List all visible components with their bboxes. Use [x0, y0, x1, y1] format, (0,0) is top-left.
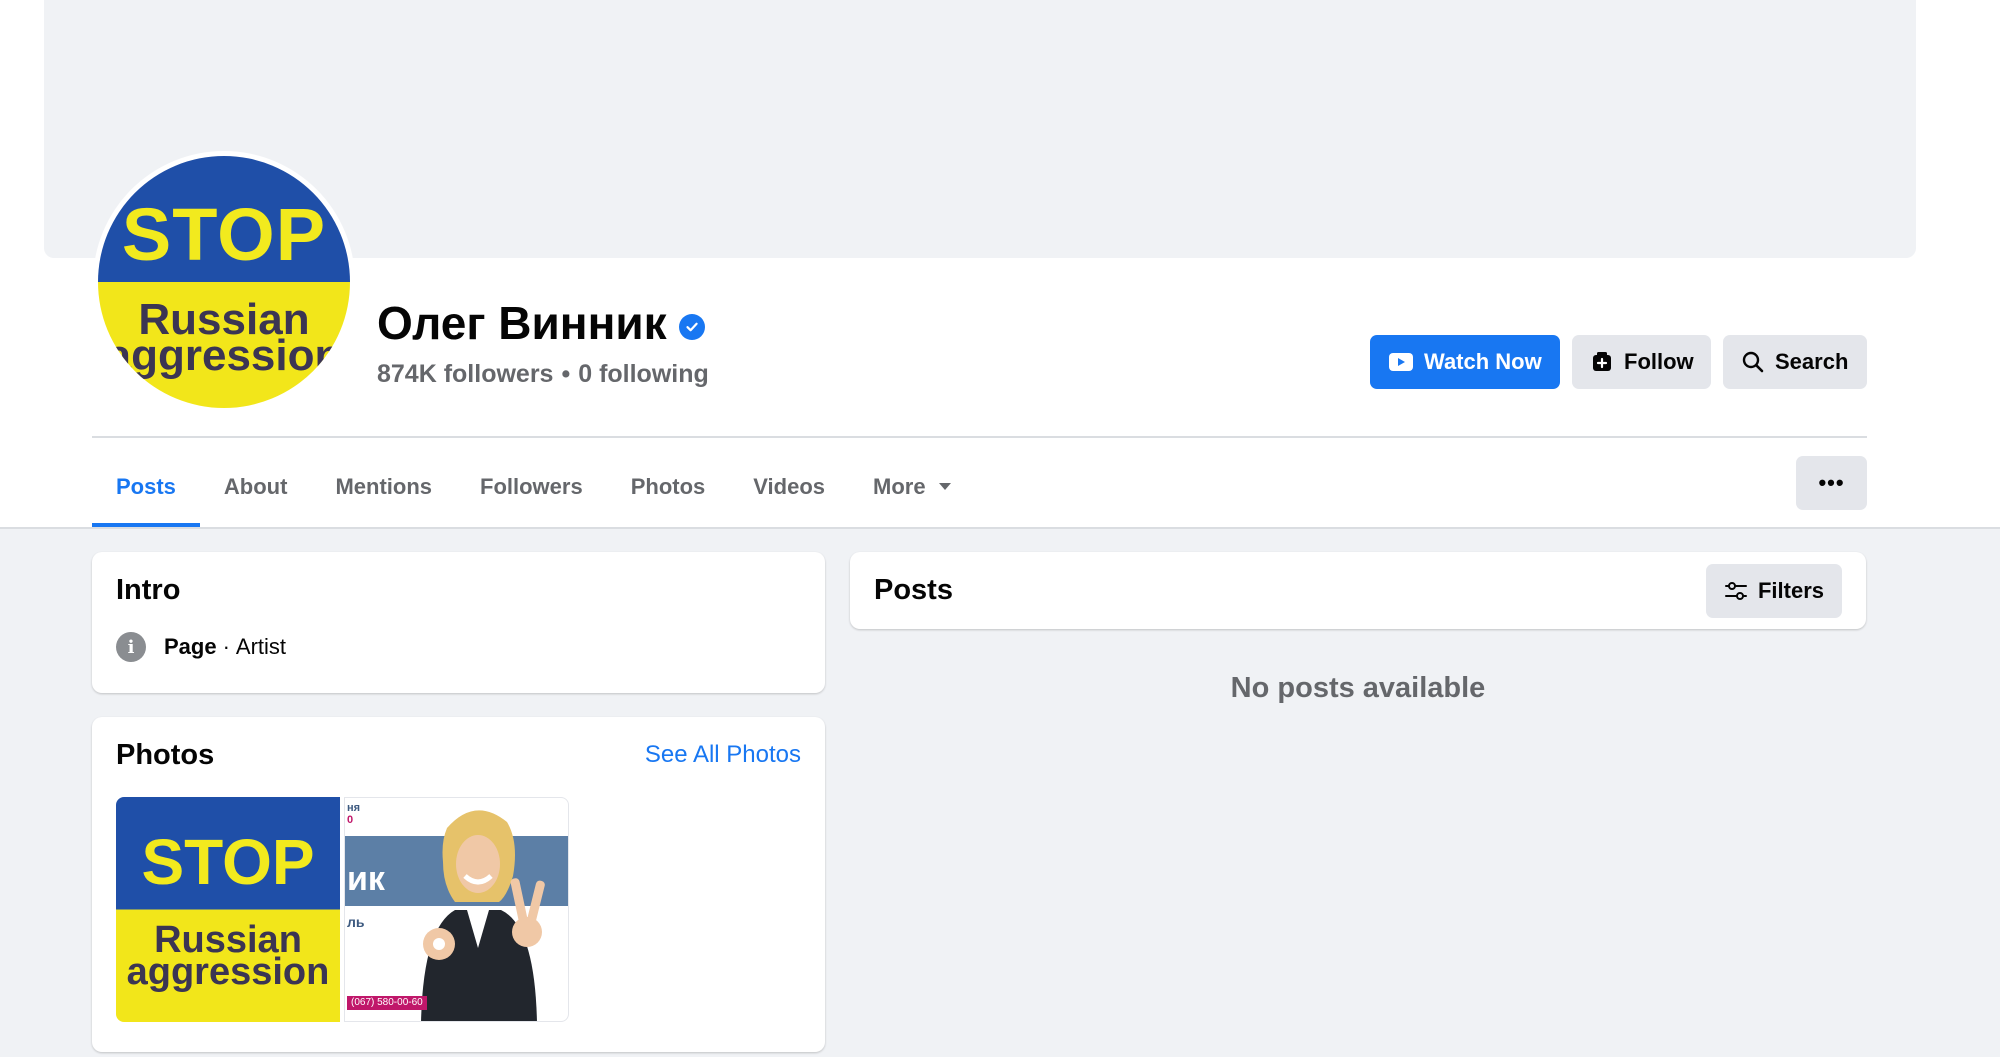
follow-button[interactable]: Follow — [1572, 335, 1711, 389]
tab-followers[interactable]: Followers — [456, 446, 607, 528]
tab-label: Followers — [480, 474, 583, 499]
posts-title: Posts — [874, 574, 953, 606]
avatar-image: STOP Russian aggression — [98, 156, 350, 408]
tab-label: Posts — [116, 474, 176, 499]
tab-label: Photos — [630, 474, 706, 499]
avatar-stop-text: STOP — [121, 193, 327, 276]
category-value: Artist — [235, 634, 287, 659]
tab-mentions[interactable]: Mentions — [311, 446, 456, 528]
watch-now-button[interactable]: Watch Now — [1370, 335, 1560, 389]
photos-card: Photos See All Photos STOP Russian aggre… — [92, 717, 825, 1052]
caret-down-icon — [938, 479, 952, 495]
header-divider — [92, 436, 1867, 438]
verified-badge-icon — [678, 314, 705, 340]
see-all-photos-link[interactable]: See All Photos — [645, 741, 801, 769]
avatar[interactable]: STOP Russian aggression — [93, 151, 355, 413]
filters-label: Filters — [1757, 578, 1825, 603]
tab-label: Mentions — [335, 474, 433, 499]
following-count[interactable]: 0 following — [578, 360, 709, 388]
profile-tabs: Posts About Mentions Followers Photos Vi… — [92, 446, 976, 528]
category-separator: · — [222, 634, 230, 659]
avatar-aggression-text: aggression — [106, 331, 342, 380]
filters-icon — [1724, 580, 1748, 602]
poster-phone-tag: (067) 580-00-60 — [347, 996, 427, 1010]
tab-posts[interactable]: Posts — [92, 446, 200, 528]
info-icon: i — [116, 632, 146, 662]
intro-title: Intro — [116, 574, 181, 606]
filters-button[interactable]: Filters — [1706, 564, 1842, 618]
profile-header: STOP Russian aggression Олег Винник 874K… — [0, 0, 2000, 528]
poster-text-fragment: ль — [347, 914, 365, 930]
performer-figure — [421, 810, 545, 1021]
photo-thumbnail[interactable]: STOP Russian aggression — [116, 797, 340, 1022]
tab-photos[interactable]: Photos — [607, 446, 730, 528]
stats-separator: • — [561, 360, 571, 388]
search-button[interactable]: Search — [1723, 335, 1867, 389]
tab-videos[interactable]: Videos — [729, 446, 849, 528]
follow-icon — [1590, 350, 1614, 374]
thumb-stop-text: STOP — [141, 826, 315, 898]
tab-label: More — [873, 474, 926, 499]
photo-thumbnail[interactable]: ня 0 ик ль (067) 580-00-60 — [344, 797, 569, 1022]
profile-actions: Watch Now Follow Search — [1370, 335, 1867, 389]
photos-title: Photos — [116, 739, 215, 771]
tab-more[interactable]: More — [849, 446, 976, 528]
follower-stats: 874K followers • 0 following — [377, 360, 709, 389]
tab-label: About — [223, 474, 288, 499]
posts-header-card: Posts Filters — [850, 552, 1866, 629]
intro-card: Intro i Page · Artist — [92, 552, 825, 693]
followers-count[interactable]: 874K followers — [377, 360, 553, 388]
search-label: Search — [1775, 349, 1849, 374]
category-type: Page — [164, 634, 217, 659]
more-options-button[interactable]: ••• — [1796, 456, 1867, 510]
watch-now-label: Watch Now — [1424, 349, 1542, 374]
profile-page: STOP Russian aggression Олег Винник 874K… — [0, 0, 2000, 1057]
more-dots-icon: ••• — [1818, 470, 1845, 495]
video-play-icon — [1388, 352, 1414, 372]
page-title: Олег Винник — [377, 297, 667, 349]
intro-category-row: i Page · Artist — [116, 632, 286, 662]
thumb-aggression-text: aggression — [126, 951, 330, 993]
poster-text-fragment: ик — [347, 860, 385, 898]
follow-label: Follow — [1624, 349, 1694, 374]
header-bottom-border — [0, 527, 2000, 529]
poster-text-fragment: 0 — [347, 814, 354, 826]
tab-about[interactable]: About — [200, 446, 312, 528]
poster-text-fragment: ня — [347, 802, 361, 814]
search-icon — [1741, 350, 1765, 374]
empty-posts-message: No posts available — [1230, 672, 1486, 704]
tab-label: Videos — [753, 474, 826, 499]
name-row: Олег Винник — [377, 296, 705, 350]
